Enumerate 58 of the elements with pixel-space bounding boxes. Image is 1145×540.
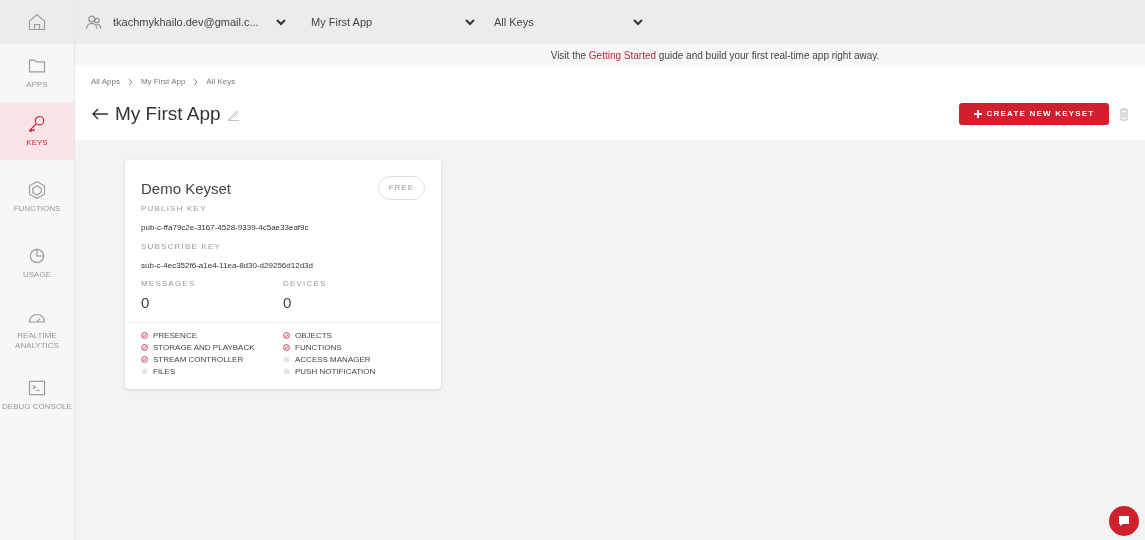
- keys-dropdown[interactable]: All Keys: [494, 13, 644, 31]
- users-icon: [85, 13, 103, 31]
- stat-label: DEVICES: [283, 277, 328, 290]
- sidebar-item[interactable]: DEBUG CONSOLE: [0, 366, 74, 424]
- home-icon: [27, 12, 47, 32]
- pie-chart-icon: [27, 246, 47, 266]
- field-label: PUBLISH KEY: [141, 202, 208, 215]
- publish-key: pub-c-ffa79c2e-3167-4528-9339-4c5ae33eaf9c: [141, 221, 425, 234]
- stat-value: 0: [283, 292, 293, 313]
- feature-label: STORAGE AND PLAYBACK: [153, 342, 255, 353]
- account-dropdown[interactable]: tkachmykhailo.dev@gmail.c...: [113, 13, 293, 31]
- plus-icon: [973, 110, 982, 119]
- feature-label: FUNCTIONS: [295, 342, 342, 353]
- trash-icon[interactable]: [1119, 107, 1129, 122]
- page-title: My First App: [115, 102, 221, 126]
- chat-button[interactable]: [1109, 506, 1139, 536]
- chevron-right-icon: [127, 79, 133, 85]
- breadcrumb-link[interactable]: My First App: [140, 76, 186, 88]
- sidebar-label: REALTIME ANALYTICS: [14, 331, 60, 351]
- back-arrow-icon[interactable]: [91, 108, 109, 121]
- sidebar-label: FUNCTIONS: [12, 204, 62, 214]
- keyset-name: Demo Keyset: [141, 179, 232, 199]
- field-label: SUBSCRIBE KEY: [141, 240, 223, 253]
- sidebar-label: KEYS: [25, 138, 49, 148]
- terminal-icon: [27, 378, 47, 398]
- sidebar-item[interactable]: USAGE: [0, 234, 74, 292]
- chevron-down-icon: [632, 16, 644, 28]
- stat-value: 0: [141, 292, 151, 313]
- breadcrumb-link[interactable]: All Apps: [91, 76, 120, 88]
- sidebar-label: DEBUG CONSOLE: [2, 402, 72, 412]
- breadcrumb-link[interactable]: All Keys: [206, 76, 236, 88]
- cube-icon: [27, 180, 47, 200]
- feature-label: PUSH NOTIFICATION: [295, 366, 376, 377]
- keyset-card[interactable]: [125, 160, 441, 389]
- key-icon: [27, 114, 47, 134]
- getting-started-link[interactable]: Getting Started: [588, 49, 657, 61]
- sidebar-label: APPS: [25, 80, 49, 90]
- feature-label: STREAM CONTROLLER: [153, 354, 244, 365]
- feature-label: OBJECTS: [295, 330, 332, 341]
- sidebar-item[interactable]: KEYS: [0, 102, 74, 160]
- subscribe-key: sub-c-4ec352f6-a1e4-11ea-8d30-d29256d12d3d: [141, 259, 425, 272]
- sidebar-item[interactable]: APPS: [0, 44, 74, 102]
- create-new-keyset-button[interactable]: CREATE NEW KEYSET: [959, 103, 1109, 126]
- chevron-down-icon: [464, 16, 476, 28]
- feature-label: ACCESS MANAGER: [295, 354, 371, 365]
- banner-text: Visit the Getting Started guide and build your first real-time app right away.: [550, 48, 880, 63]
- sidebar-label: USAGE: [22, 270, 52, 280]
- feature-label: PRESENCE: [153, 330, 197, 341]
- sidebar-item[interactable]: [0, 0, 74, 44]
- app-dropdown[interactable]: My First App: [311, 13, 476, 31]
- chat-icon: [1117, 514, 1131, 528]
- sidebar-item[interactable]: FUNCTIONS: [0, 168, 74, 226]
- chevron-down-icon: [274, 16, 287, 28]
- sidebar-item[interactable]: REALTIME ANALYTICS: [0, 300, 74, 358]
- stat-label: MESSAGES: [141, 277, 197, 290]
- feature-label: FILES: [153, 366, 176, 377]
- chevron-right-icon: [193, 79, 199, 85]
- pencil-icon[interactable]: [226, 107, 240, 121]
